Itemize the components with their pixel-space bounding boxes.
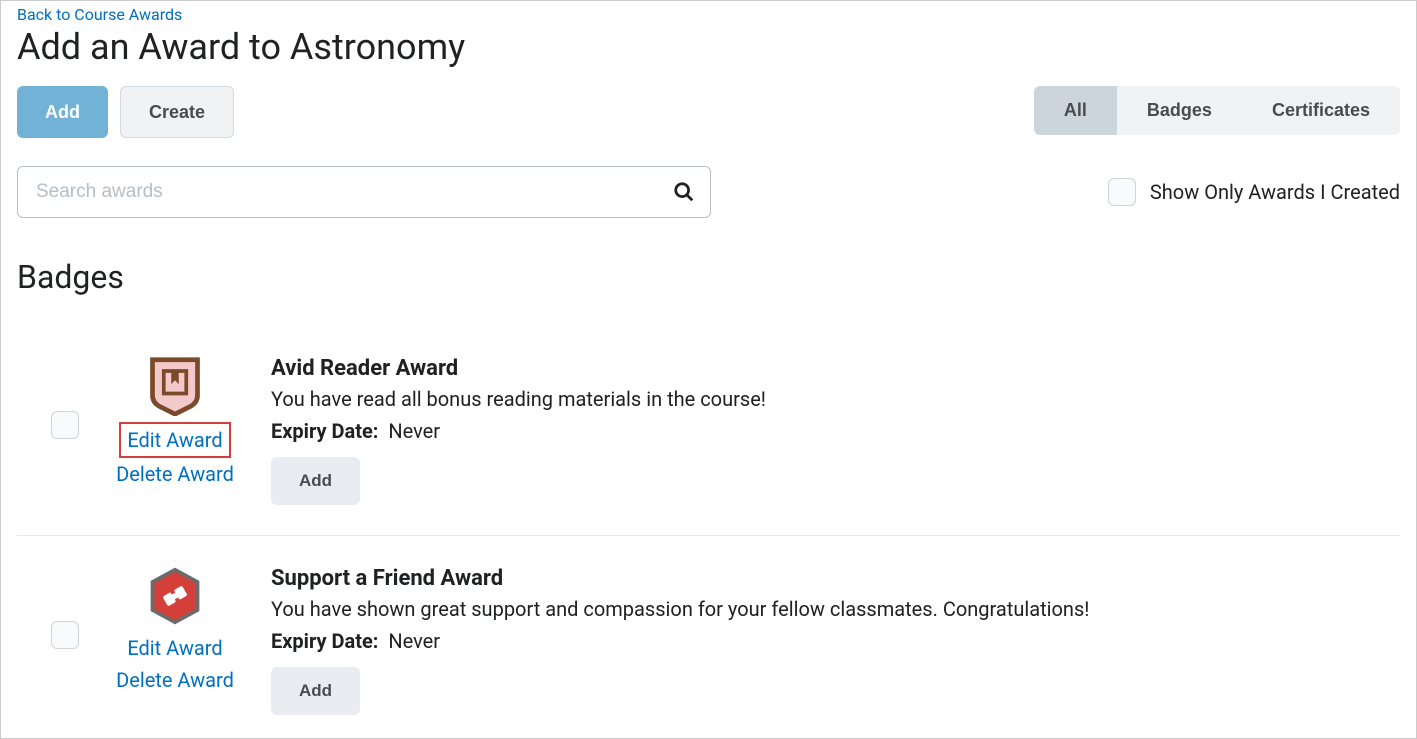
search-input[interactable] — [17, 166, 711, 218]
filter-tab-certificates[interactable]: Certificates — [1242, 86, 1400, 135]
expiry-value: Never — [388, 629, 440, 653]
expiry-label: Expiry Date: — [271, 419, 378, 443]
award-select-checkbox[interactable] — [51, 621, 79, 649]
edit-award-link[interactable]: Edit Award — [119, 422, 230, 458]
search-icon[interactable] — [673, 181, 695, 203]
page-title: Add an Award to Astronomy — [17, 26, 1400, 68]
create-button[interactable]: Create — [120, 86, 234, 138]
award-item: Edit Award Delete Award Support a Friend… — [17, 535, 1400, 735]
add-award-button[interactable]: Add — [271, 667, 360, 715]
filter-tab-all[interactable]: All — [1034, 86, 1117, 135]
search-wrapper — [17, 166, 711, 218]
reader-badge-icon — [145, 356, 205, 416]
award-expiry: Expiry Date: Never — [271, 419, 1400, 443]
filter-tab-badges[interactable]: Badges — [1117, 86, 1242, 135]
primary-button-group: Add Create — [17, 86, 234, 138]
expiry-value: Never — [388, 419, 440, 443]
award-description: You have read all bonus reading material… — [271, 387, 1400, 411]
award-item: Edit Award Delete Award Avid Reader Awar… — [17, 336, 1400, 525]
show-only-mine-label: Show Only Awards I Created — [1150, 180, 1400, 204]
award-title: Avid Reader Award — [271, 356, 1400, 381]
expiry-label: Expiry Date: — [271, 629, 378, 653]
award-select-checkbox[interactable] — [51, 411, 79, 439]
add-award-button[interactable]: Add — [271, 457, 360, 505]
back-link[interactable]: Back to Course Awards — [17, 5, 182, 24]
section-title-badges: Badges — [17, 258, 1400, 296]
support-badge-icon — [145, 566, 205, 626]
award-expiry: Expiry Date: Never — [271, 629, 1400, 653]
award-title: Support a Friend Award — [271, 566, 1400, 591]
delete-award-link[interactable]: Delete Award — [116, 664, 234, 696]
edit-award-link[interactable]: Edit Award — [127, 632, 222, 664]
add-button[interactable]: Add — [17, 86, 108, 138]
delete-award-link[interactable]: Delete Award — [116, 458, 234, 490]
show-only-mine-checkbox[interactable] — [1108, 178, 1136, 206]
award-description: You have shown great support and compass… — [271, 597, 1400, 621]
filter-tabs: All Badges Certificates — [1034, 86, 1400, 135]
